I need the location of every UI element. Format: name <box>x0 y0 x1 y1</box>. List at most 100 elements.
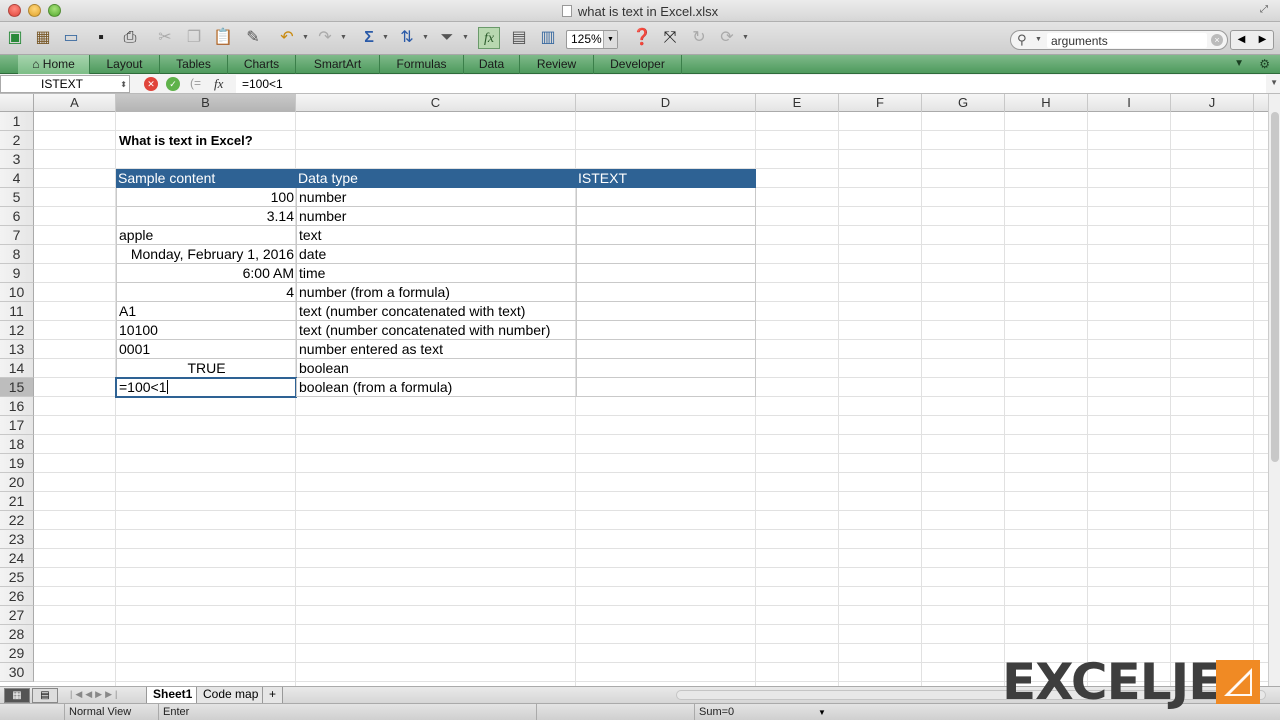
cell-sample-content[interactable]: A1 <box>116 302 296 321</box>
cell-sample-content[interactable]: 100 <box>116 188 296 207</box>
expand-formula-bar-icon[interactable]: ▼ <box>1270 78 1278 87</box>
column-header-d[interactable]: D <box>576 94 756 112</box>
tab-smartart[interactable]: SmartArt <box>296 55 380 74</box>
tab-charts[interactable]: Charts <box>228 55 296 74</box>
collapse-ribbon-icon[interactable]: ▼ <box>1234 58 1244 69</box>
row-header-30[interactable]: 30 <box>0 663 34 682</box>
row-header-27[interactable]: 27 <box>0 606 34 625</box>
cut-icon[interactable]: ✂ <box>154 27 176 49</box>
row-header-8[interactable]: 8 <box>0 245 34 264</box>
row-header-16[interactable]: 16 <box>0 397 34 416</box>
row-header-25[interactable]: 25 <box>0 568 34 587</box>
cell-sample-content[interactable]: TRUE <box>116 359 296 378</box>
row-header-28[interactable]: 28 <box>0 625 34 644</box>
header-data-type[interactable]: Data type <box>296 169 576 188</box>
row-header-6[interactable]: 6 <box>0 207 34 226</box>
tab-home[interactable]: ⌂ Home <box>18 55 90 74</box>
row-header-11[interactable]: 11 <box>0 302 34 321</box>
cancel-entry-icon[interactable]: ✕ <box>144 77 158 91</box>
row-header-19[interactable]: 19 <box>0 454 34 473</box>
worksheet-grid[interactable]: A B C D E F G H I J 1 2 3 4 5 6 7 8 9 10 11 12 13 14 1… <box>0 94 1268 686</box>
search-input[interactable] <box>1047 33 1207 48</box>
sort-dropdown-icon[interactable]: ▼ <box>422 34 429 41</box>
tab-review[interactable]: Review <box>520 55 594 74</box>
column-header-h[interactable]: H <box>1005 94 1088 112</box>
cell-sample-content[interactable]: Monday, February 1, 2016 <box>116 245 296 264</box>
cell-data-type[interactable]: text (number concatenated with text) <box>296 302 576 321</box>
tab-formulas[interactable]: Formulas <box>380 55 464 74</box>
row-header-14[interactable]: 14 <box>0 359 34 378</box>
cell-data-type[interactable]: number entered as text <box>296 340 576 359</box>
row-header-22[interactable]: 22 <box>0 511 34 530</box>
redo-icon[interactable]: ↷ <box>314 27 336 49</box>
row-header-2[interactable]: 2 <box>0 131 34 150</box>
row-header-13[interactable]: 13 <box>0 340 34 359</box>
row-header-17[interactable]: 17 <box>0 416 34 435</box>
redo-dropdown-icon[interactable]: ▼ <box>340 34 347 41</box>
row-header-4[interactable]: 4 <box>0 169 34 188</box>
zoom-dropdown-icon[interactable]: ▼ <box>603 31 617 48</box>
search-field[interactable]: ⚲ ▼ × <box>1010 30 1228 50</box>
row-header-20[interactable]: 20 <box>0 473 34 492</box>
cell-istext[interactable] <box>576 283 756 302</box>
cell-istext[interactable] <box>576 302 756 321</box>
cell-data-type[interactable]: time <box>296 264 576 283</box>
autosum-dropdown-icon[interactable]: ▼ <box>382 34 389 41</box>
cell-sample-content[interactable]: 10100 <box>116 321 296 340</box>
add-sheet-button[interactable]: + <box>262 687 284 704</box>
vertical-scrollbar[interactable] <box>1268 94 1280 686</box>
repeat-dropdown-icon[interactable]: ▼ <box>742 34 749 41</box>
fullscreen-icon[interactable]: ⤢ <box>1260 4 1272 16</box>
column-header-a[interactable]: A <box>34 94 116 112</box>
cell-istext[interactable] <box>576 226 756 245</box>
sheet-navigation-icons[interactable]: |◀◀▶▶| <box>70 689 120 700</box>
gear-icon[interactable]: ⚙ <box>1259 57 1270 71</box>
cell-istext[interactable] <box>576 264 756 283</box>
column-header-c[interactable]: C <box>296 94 576 112</box>
cell-istext[interactable] <box>576 188 756 207</box>
filter-icon[interactable]: ⏷ <box>436 27 458 49</box>
cell-data-type[interactable]: boolean <box>296 359 576 378</box>
sheet-tab-code-map[interactable]: Code map <box>196 687 266 704</box>
cell-data-type[interactable]: boolean (from a formula) <box>296 378 576 397</box>
formula-input[interactable]: =100<1 <box>236 75 1266 93</box>
cell-data-type[interactable]: number <box>296 188 576 207</box>
row-header-12[interactable]: 12 <box>0 321 34 340</box>
tab-tables[interactable]: Tables <box>160 55 228 74</box>
formula-builder-icon[interactable]: fx <box>478 27 500 49</box>
header-sample-content[interactable]: Sample content <box>116 169 296 188</box>
row-header-5[interactable]: 5 <box>0 188 34 207</box>
next-result-icon[interactable]: ▶ <box>1252 31 1273 49</box>
header-istext[interactable]: ISTEXT <box>576 169 756 188</box>
cell-sample-content[interactable]: apple <box>116 226 296 245</box>
row-header-26[interactable]: 26 <box>0 587 34 606</box>
format-painter-icon[interactable]: ✎ <box>242 27 264 49</box>
filter-dropdown-icon[interactable]: ▼ <box>462 34 469 41</box>
row-header-15[interactable]: 15 <box>0 378 34 397</box>
help-icon[interactable]: ❓ <box>631 27 653 49</box>
new-document-icon[interactable]: ▣ <box>4 27 26 49</box>
row-header-18[interactable]: 18 <box>0 435 34 454</box>
column-header-e[interactable]: E <box>756 94 839 112</box>
tab-data[interactable]: Data <box>464 55 520 74</box>
cell-area[interactable]: What is text in Excel? Sample content Da… <box>34 112 1268 686</box>
row-header-23[interactable]: 23 <box>0 530 34 549</box>
name-box-stepper-icon[interactable]: ⬍ <box>120 77 127 93</box>
cell-data-type[interactable]: text <box>296 226 576 245</box>
cell-data-type[interactable]: number <box>296 207 576 226</box>
status-sum[interactable]: Sum=0 <box>694 704 834 720</box>
cell-istext[interactable] <box>576 245 756 264</box>
clear-search-icon[interactable]: × <box>1211 34 1223 46</box>
confirm-entry-icon[interactable]: ✓ <box>166 77 180 91</box>
cell-sample-content[interactable]: 4 <box>116 283 296 302</box>
column-header-g[interactable]: G <box>922 94 1005 112</box>
cell-sample-content[interactable]: 3.14 <box>116 207 296 226</box>
row-header-9[interactable]: 9 <box>0 264 34 283</box>
column-header-b[interactable]: B <box>116 94 296 112</box>
print-icon[interactable]: ⎙ <box>119 27 141 49</box>
sheet-tab-sheet1[interactable]: Sheet1 <box>146 687 200 704</box>
column-header-j[interactable]: J <box>1171 94 1254 112</box>
row-header-7[interactable]: 7 <box>0 226 34 245</box>
vertical-scroll-thumb[interactable] <box>1271 112 1279 462</box>
page-layout-view-icon[interactable]: ▤ <box>32 688 58 703</box>
